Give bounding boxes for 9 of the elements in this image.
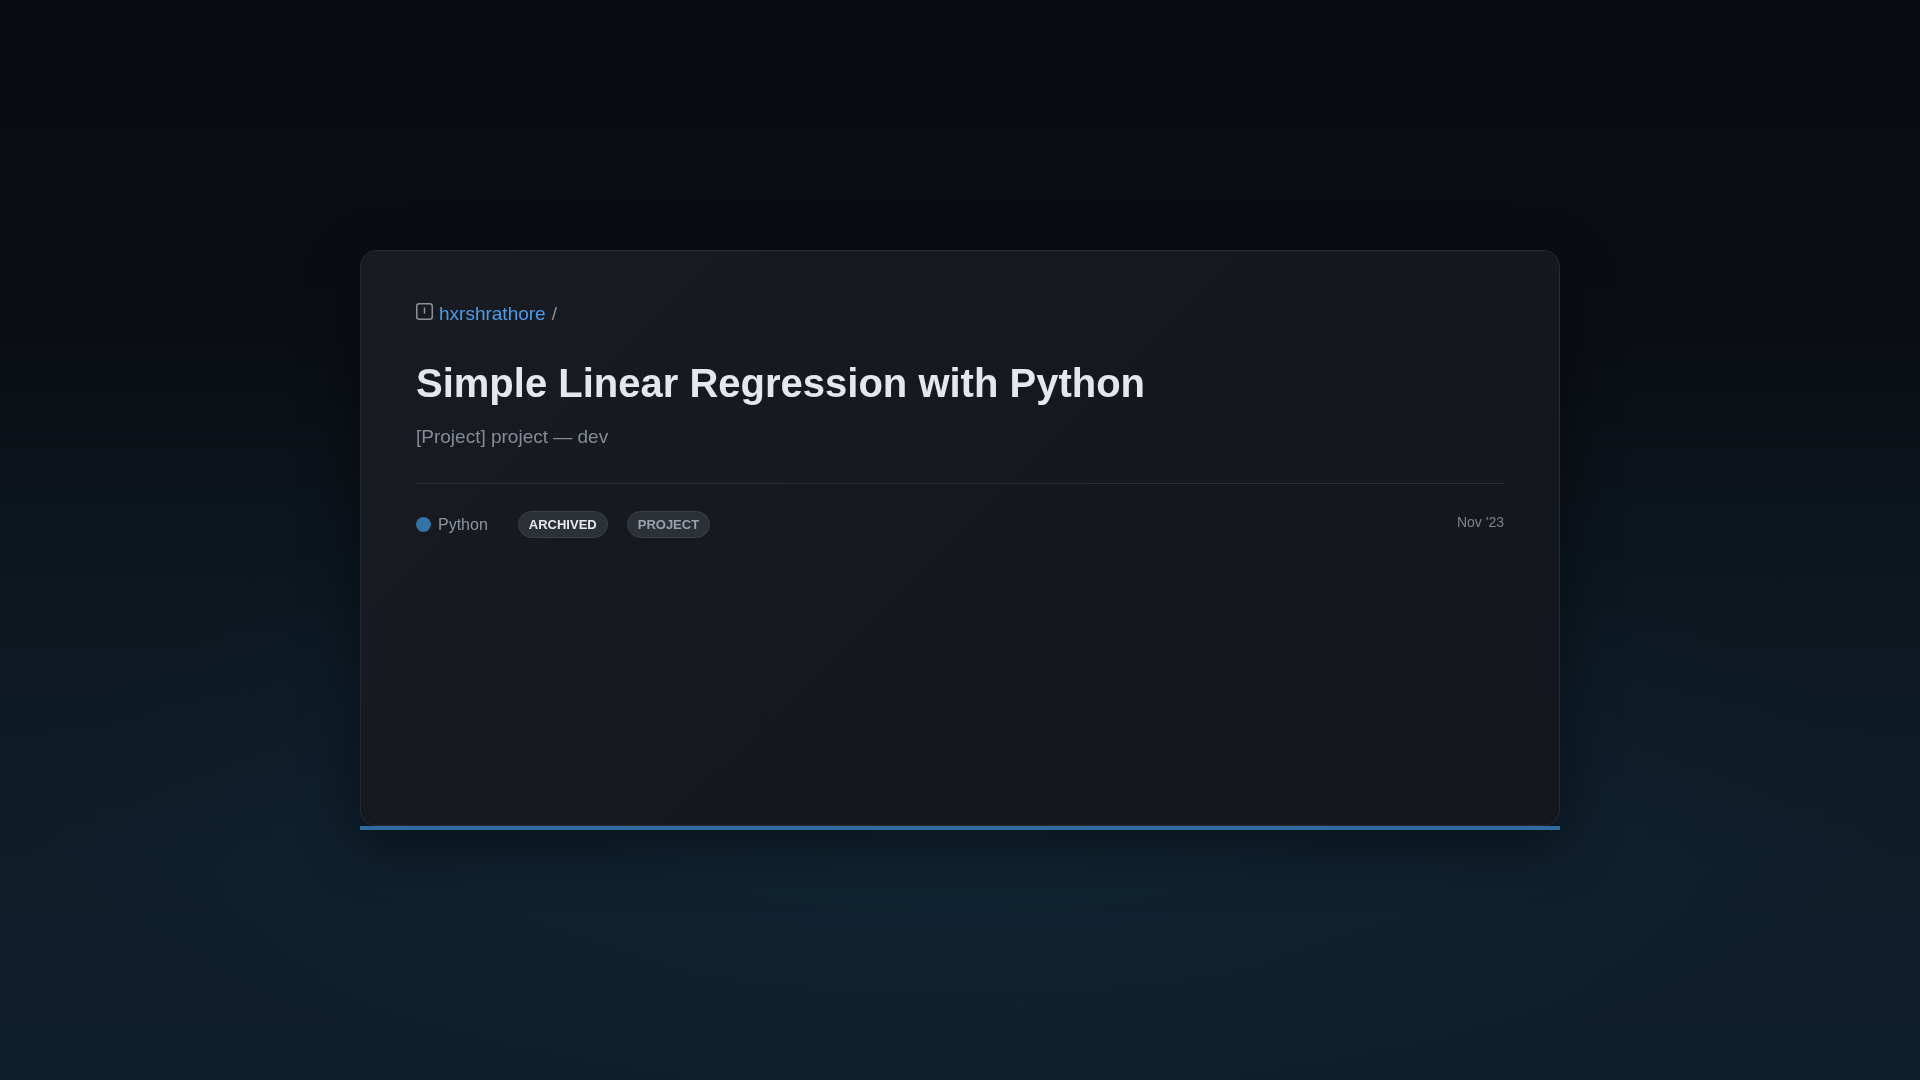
breadcrumb-separator: / xyxy=(551,303,557,325)
tag-label: ARCHIVED xyxy=(517,511,608,538)
project-subtitle: [Project] project — dev xyxy=(416,425,610,449)
owner-link[interactable]: hxrshrathore xyxy=(439,303,546,325)
repo-icon xyxy=(416,302,433,320)
tag-label: PROJECT xyxy=(626,511,711,538)
language-name: Python xyxy=(438,515,488,534)
project-date: Nov '23 xyxy=(1456,513,1504,530)
project-title: Simple Linear Regression with Python xyxy=(416,360,1147,407)
